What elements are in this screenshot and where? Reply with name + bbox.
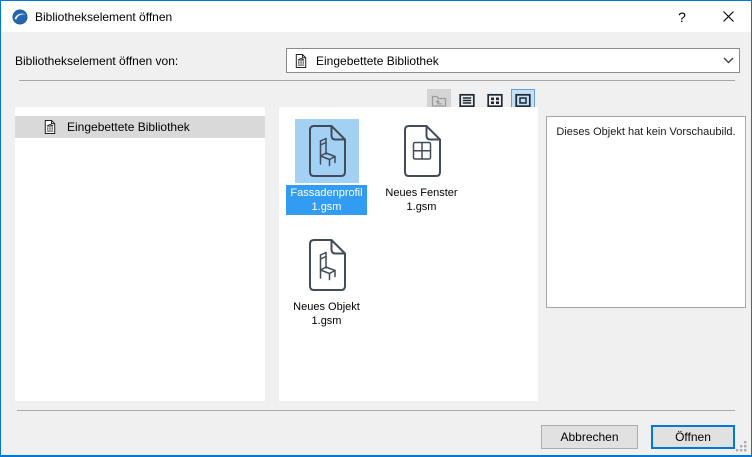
open-button[interactable]: Öffnen xyxy=(651,425,735,449)
help-button[interactable]: ? xyxy=(659,1,705,32)
object-document-icon xyxy=(295,233,359,297)
open-library-element-dialog: Bibliothekselement öffnen ? Bibliothekse… xyxy=(0,0,752,457)
file-name: Neues Fenster xyxy=(385,187,458,199)
window-document-icon xyxy=(390,119,454,183)
file-name: Fassadenprofil xyxy=(290,187,363,199)
window-title: Bibliothekselement öffnen xyxy=(35,9,173,24)
resize-grip[interactable] xyxy=(735,440,748,453)
file-ext: 1.gsm xyxy=(311,315,342,327)
close-icon xyxy=(722,9,734,25)
file-list-panel: Fassadenprofil 1.gsm Neues Fenster 1.gsm xyxy=(279,107,538,401)
file-label: Neues Objekt 1.gsm xyxy=(289,299,364,329)
file-item-neues-objekt[interactable]: Neues Objekt 1.gsm xyxy=(279,233,374,329)
preview-panel: Dieses Objekt hat kein Vorschaubild. xyxy=(546,116,746,308)
close-button[interactable] xyxy=(705,1,751,32)
footer-separator xyxy=(17,410,735,411)
tree-item-label: Eingebettete Bibliothek xyxy=(67,120,190,134)
no-preview-message: Dieses Objekt hat kein Vorschaubild. xyxy=(556,126,736,138)
library-source-select[interactable]: Eingebettete Bibliothek xyxy=(286,48,740,73)
chevron-down-icon xyxy=(717,49,739,72)
top-separator xyxy=(19,80,735,81)
object-document-icon xyxy=(294,119,359,183)
archicad-logo-icon xyxy=(12,9,28,25)
tree-item-embedded-library[interactable]: Eingebettete Bibliothek xyxy=(15,116,265,138)
file-ext: 1.gsm xyxy=(406,201,437,213)
library-tree-panel: Eingebettete Bibliothek xyxy=(15,107,265,401)
file-grid: Fassadenprofil 1.gsm Neues Fenster 1.gsm xyxy=(279,119,469,329)
help-glyph: ? xyxy=(678,8,686,25)
library-source-value: Eingebettete Bibliothek xyxy=(316,53,439,68)
file-label: Fassadenprofil 1.gsm xyxy=(286,185,367,215)
open-from-label: Bibliothekselement öffnen von: xyxy=(15,54,179,68)
file-ext: 1.gsm xyxy=(311,201,342,213)
embedded-library-icon xyxy=(42,119,58,135)
file-name: Neues Objekt xyxy=(293,301,360,313)
titlebar: Bibliothekselement öffnen ? xyxy=(1,1,751,32)
file-label: Neues Fenster 1.gsm xyxy=(381,185,461,215)
file-item-neues-fenster[interactable]: Neues Fenster 1.gsm xyxy=(374,119,469,215)
file-item-fassadenprofil[interactable]: Fassadenprofil 1.gsm xyxy=(279,119,374,215)
embedded-library-icon xyxy=(293,53,309,69)
cancel-button[interactable]: Abbrechen xyxy=(541,425,638,449)
window-controls: ? xyxy=(659,1,751,32)
